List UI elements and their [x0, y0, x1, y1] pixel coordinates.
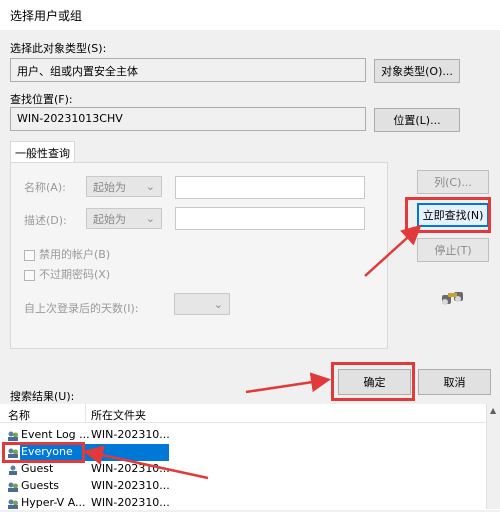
annotation-arrows: [83, 224, 422, 480]
arrow-to-everyone: [83, 445, 209, 480]
arrow-to-find-now: [364, 224, 422, 277]
arrow-to-ok: [245, 372, 331, 394]
